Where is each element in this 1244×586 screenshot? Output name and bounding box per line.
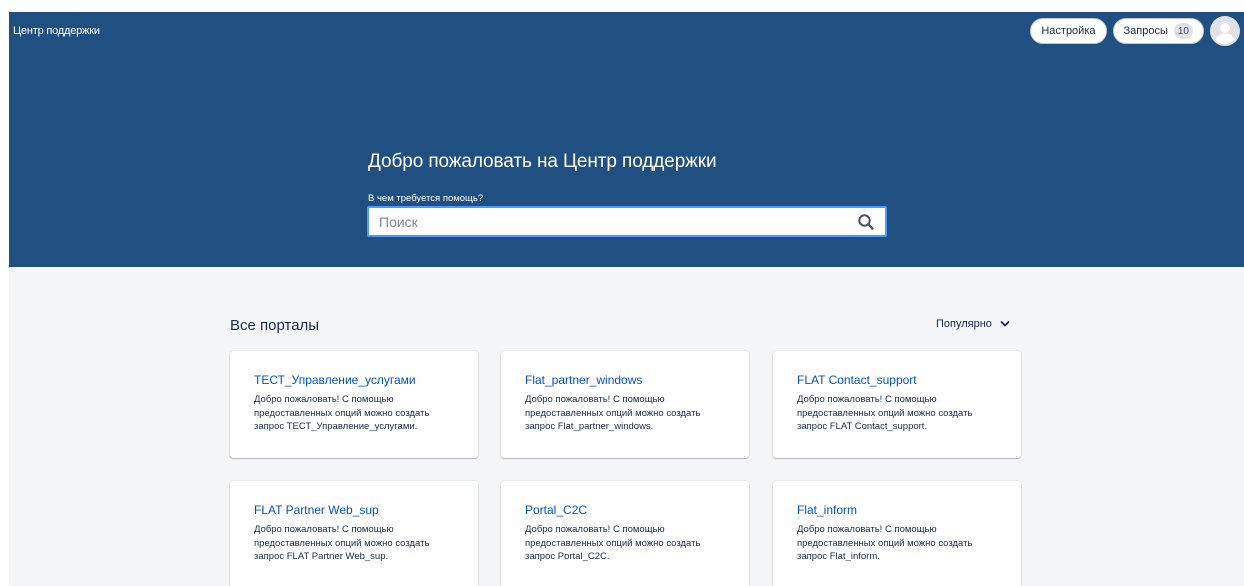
search-box [367,206,887,237]
search-icon[interactable] [857,213,875,231]
search-input[interactable] [369,208,849,235]
search-label: В чем требуется помощь? [368,193,484,204]
portal-card-description: Добро пожаловать! С помощью предоставлен… [525,394,701,432]
all-portals-title: Все порталы [230,317,320,334]
requests-count-badge: 10 [1173,23,1193,39]
portal-card[interactable]: Flat_inform Добро пожаловать! С помощью … [773,481,1021,586]
sort-dropdown-label: Популярно [936,318,992,330]
help-center-brand-link[interactable]: Центр поддержки [13,25,100,37]
settings-button[interactable]: Настройка [1030,18,1107,44]
portal-card[interactable]: Portal_C2C Добро пожаловать! С помощью п… [501,481,749,586]
portal-card[interactable]: FLAT Partner Web_sup Добро пожаловать! С… [230,481,478,586]
portal-card[interactable]: ТЕСТ_Управление_услугами Добро пожаловат… [230,351,478,458]
portal-card-description: Добро пожаловать! С помощью предоставлен… [254,524,430,562]
portal-card-title[interactable]: Portal_C2C [525,503,729,517]
portal-card-description: Добро пожаловать! С помощью предоставлен… [797,524,973,562]
welcome-title: Добро пожаловать на Центр поддержки [368,151,717,172]
hero-banner: Центр поддержки Настройка Запросы 10 Доб… [9,12,1244,267]
settings-button-label: Настройка [1041,25,1096,37]
portal-card[interactable]: Flat_partner_windows Добро пожаловать! С… [501,351,749,458]
sort-dropdown[interactable]: Популярно [936,318,1010,330]
portal-card-description: Добро пожаловать! С помощью предоставлен… [797,394,973,432]
portal-card[interactable]: FLAT Contact_support Добро пожаловать! С… [773,351,1021,458]
user-avatar-icon [1212,18,1238,44]
portal-card-description: Добро пожаловать! С помощью предоставлен… [254,394,430,432]
portal-card-title[interactable]: FLAT Partner Web_sup [254,503,458,517]
portal-card-title[interactable]: Flat_partner_windows [525,373,729,387]
chevron-down-icon [1000,321,1010,327]
user-avatar-button[interactable] [1210,16,1240,46]
requests-button-label: Запросы [1123,25,1168,37]
requests-button[interactable]: Запросы 10 [1112,18,1204,44]
portal-card-title[interactable]: ТЕСТ_Управление_услугами [254,373,458,387]
help-center-page: Центр поддержки Настройка Запросы 10 Доб… [9,12,1244,586]
top-actions: Настройка Запросы 10 [1030,15,1240,47]
portal-card-description: Добро пожаловать! С помощью предоставлен… [525,524,701,562]
portal-card-title[interactable]: FLAT Contact_support [797,373,1001,387]
portal-card-title[interactable]: Flat_inform [797,503,1001,517]
